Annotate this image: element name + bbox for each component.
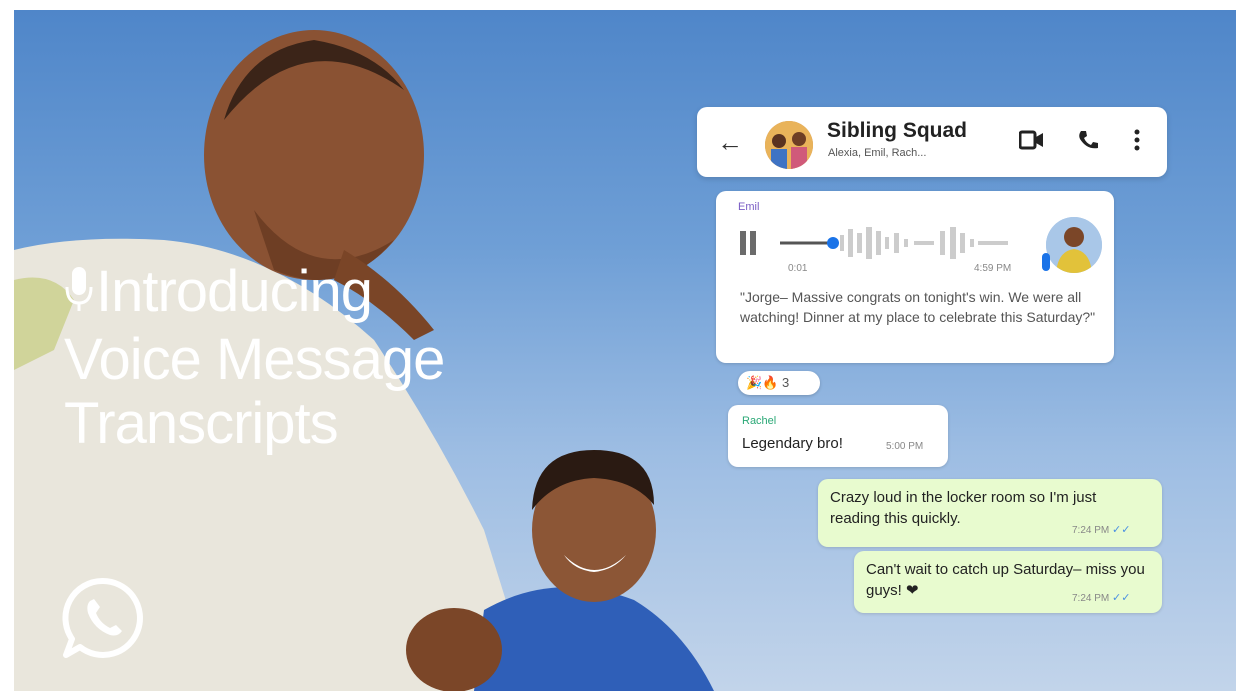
read-ticks-icon: ✓✓ <box>1112 592 1131 604</box>
reply-bubble: Rachel Legendary bro! 5:00 PM <box>728 405 948 467</box>
outgoing-time-1: 7:24 PM ✓✓ <box>1072 524 1131 536</box>
pause-button[interactable] <box>738 231 758 255</box>
group-avatar <box>765 121 813 169</box>
fist <box>406 608 502 691</box>
read-ticks-icon: ✓✓ <box>1112 524 1131 536</box>
outgoing-time-2: 7:24 PM ✓✓ <box>1072 592 1131 604</box>
whatsapp-logo <box>62 577 143 658</box>
headline-line-3: Transcripts <box>64 391 339 457</box>
playback-position[interactable] <box>827 237 839 249</box>
outgoing-message-1: Crazy loud in the locker room so I'm jus… <box>818 479 1162 547</box>
reply-sender: Rachel <box>742 415 777 427</box>
headline-line-1: Introducing <box>96 259 373 324</box>
waveform <box>780 227 1008 259</box>
voice-time: 4:59 PM <box>974 263 1012 274</box>
promo-banner: Introducing Voice Message Transcripts ← … <box>14 10 1236 691</box>
headline-line-2: Voice Message <box>64 327 445 393</box>
video-call-icon[interactable] <box>1019 129 1045 151</box>
voice-transcript: "Jorge– Massive congrats on tonight's wi… <box>740 289 1096 325</box>
sender-name: Emil <box>738 201 760 213</box>
reply-time: 5:00 PM <box>886 441 924 452</box>
chat-members: Alexia, Emil, Rach... <box>828 147 927 159</box>
chat-title: Sibling Squad <box>827 119 967 142</box>
reactions-badge[interactable]: 🎉🔥 3 <box>738 371 820 395</box>
voice-message-bubble: Emil 0:01 4:59 PM "Jorge– Massive congra… <box>716 191 1114 363</box>
back-arrow-icon[interactable]: ← <box>717 127 743 158</box>
phone-call-icon[interactable] <box>1077 129 1099 151</box>
man-right-body <box>474 587 714 691</box>
microphone-icon <box>64 263 94 328</box>
headline: Introducing Voice Message Transcripts <box>64 259 445 457</box>
reply-text: Legendary bro! <box>742 435 843 452</box>
more-vert-icon[interactable] <box>1134 129 1140 151</box>
sender-avatar <box>1046 217 1102 273</box>
chat-header: ← Sibling Squad Alexia, Emil, Rach... <box>697 107 1167 177</box>
voice-duration: 0:01 <box>788 263 808 274</box>
outgoing-message-2: Can't wait to catch up Saturday– miss yo… <box>854 551 1162 613</box>
voice-mic-badge <box>1042 253 1050 271</box>
